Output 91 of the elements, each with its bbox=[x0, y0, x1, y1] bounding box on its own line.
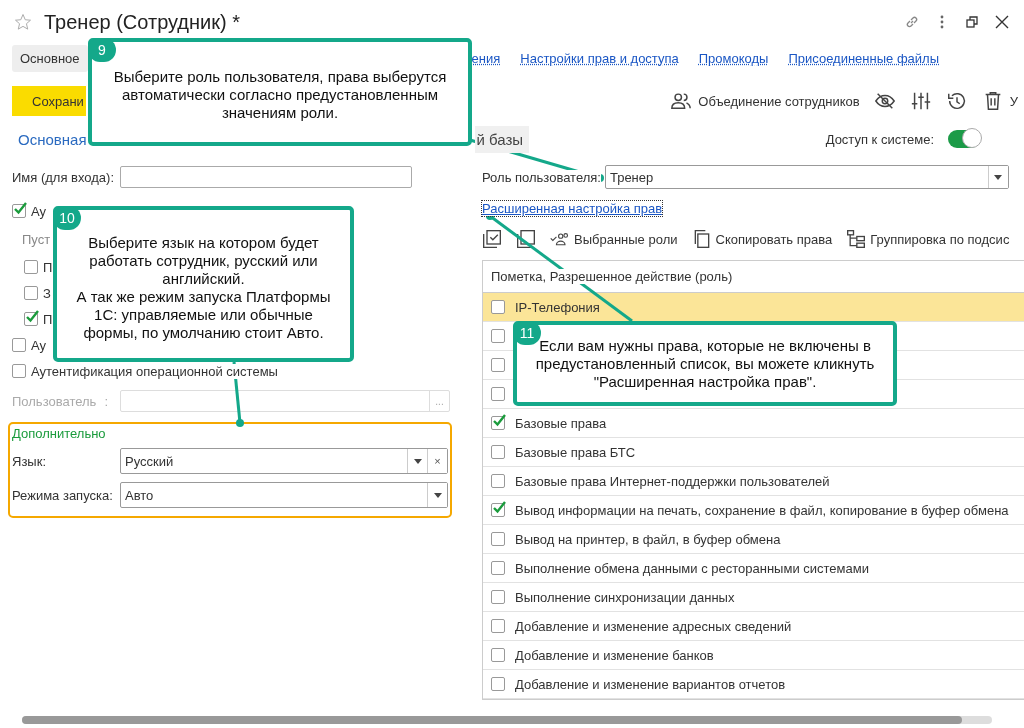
section-link[interactable]: Основное bbox=[12, 44, 88, 72]
dropdown-field[interactable]: Русский × bbox=[120, 448, 448, 474]
hint-text: Пуст bbox=[22, 231, 51, 247]
checkbox[interactable] bbox=[491, 474, 505, 488]
callout-text: Выберите роль пользователя, права выберутся автоматически согласно предустановленным значениям роли. bbox=[113, 68, 447, 121]
toolbar-button[interactable]: Группировка по подсис bbox=[846, 229, 1010, 249]
checkbox[interactable] bbox=[491, 358, 505, 372]
group-title: Дополнительно bbox=[12, 426, 107, 443]
table-row[interactable]: Базовые права bbox=[483, 409, 1024, 438]
dropdown-field[interactable]: Авто bbox=[120, 482, 448, 508]
star-icon bbox=[14, 13, 32, 31]
hidden-eye-icon[interactable] bbox=[873, 90, 896, 112]
checkbox[interactable] bbox=[491, 648, 505, 662]
checkbox[interactable] bbox=[24, 260, 38, 274]
field-label: Доступ к системе: bbox=[825, 131, 934, 147]
permission-label: Вывод на принтер, в файл, в буфер обмена bbox=[515, 531, 781, 547]
button-label: Выбранные роли bbox=[574, 231, 678, 247]
field-label: Имя (для входа): bbox=[12, 169, 116, 185]
permission-label: Выполнение обмена данными с ресторанными системами bbox=[515, 560, 869, 576]
table-row[interactable]: Вывод на принтер, в файл, в буфер обмена bbox=[483, 525, 1024, 554]
field-label: Роль пользователя: bbox=[482, 169, 601, 185]
section-link[interactable]: Промокоды bbox=[698, 44, 769, 72]
table-row[interactable]: Базовые права Интернет-поддержки пользователей bbox=[483, 467, 1024, 496]
permission-label: Вывод информации на печать, сохранение в файл, копирование в буфер обмена bbox=[515, 502, 1009, 518]
button-label: Объединение сотрудников bbox=[698, 93, 860, 109]
field-label: Пользователь bbox=[12, 393, 97, 409]
checkbox[interactable] bbox=[491, 300, 505, 314]
checkbox[interactable] bbox=[491, 416, 505, 430]
button-label: Скопировать права bbox=[715, 231, 833, 247]
table-row[interactable]: Базовые права БТС bbox=[483, 438, 1024, 467]
column-header: Пометка, Разрешенное действие (роль) bbox=[491, 269, 733, 284]
input-field[interactable] bbox=[120, 166, 412, 188]
table-row[interactable]: Выполнение обмена данными с ресторанными системами bbox=[483, 554, 1024, 583]
checkbox[interactable] bbox=[491, 445, 505, 459]
colon-label: : bbox=[104, 393, 108, 409]
table-row[interactable]: Вывод информации на печать, сохранение в файл, копирование в буфер обмена bbox=[483, 496, 1024, 525]
table-row[interactable]: Добавление и изменение адресных сведений bbox=[483, 612, 1024, 641]
checkbox[interactable] bbox=[491, 329, 505, 343]
checkbox[interactable] bbox=[12, 338, 26, 352]
permission-label: Добавление и изменение банков bbox=[515, 647, 714, 663]
clear-button[interactable]: × bbox=[427, 449, 447, 473]
toolbar-button[interactable]: Выбранные роли bbox=[550, 229, 678, 249]
save-button[interactable]: Сохрани bbox=[12, 86, 86, 116]
table-row[interactable]: IP-Телефония bbox=[483, 293, 1024, 322]
checkbox[interactable] bbox=[491, 677, 505, 691]
checkbox[interactable] bbox=[12, 364, 26, 378]
checkbox[interactable] bbox=[491, 503, 505, 517]
checked-boxes-icon[interactable] bbox=[482, 229, 502, 249]
button-label: У bbox=[1009, 93, 1018, 109]
people-icon bbox=[670, 90, 693, 112]
checkbox[interactable] bbox=[491, 619, 505, 633]
caret-icon[interactable] bbox=[427, 483, 447, 507]
restore-icon[interactable] bbox=[964, 14, 980, 30]
toolbar-button[interactable]: Объединение сотрудников bbox=[670, 90, 860, 112]
table-row[interactable]: Добавление и изменение банков bbox=[483, 641, 1024, 670]
permission-label: Добавление и изменение вариантов отчетов bbox=[515, 676, 786, 692]
caret-icon[interactable] bbox=[987, 166, 1008, 188]
checkbox[interactable] bbox=[491, 590, 505, 604]
checkbox-label: Аутентификация операционной системы bbox=[31, 363, 278, 379]
checkbox[interactable] bbox=[24, 312, 38, 326]
close-icon[interactable] bbox=[994, 14, 1010, 30]
section-link[interactable]: Присоединенные файлы bbox=[788, 44, 939, 72]
hierarchy-icon bbox=[846, 229, 867, 249]
link-icon[interactable] bbox=[904, 14, 920, 30]
section-link[interactable]: ения bbox=[471, 44, 501, 72]
dropdown-field[interactable]: Тренер bbox=[604, 165, 1009, 189]
checkbox[interactable] bbox=[491, 387, 505, 401]
toggle-switch[interactable] bbox=[948, 130, 980, 148]
field-label: Язык: bbox=[12, 453, 47, 469]
table-row[interactable]: Выполнение синхронизации данных bbox=[483, 583, 1024, 612]
permission-label: Базовые права Интернет-поддержки пользователей bbox=[515, 473, 830, 489]
window-title: Тренер (Сотрудник) * bbox=[44, 10, 241, 34]
history-icon[interactable] bbox=[945, 90, 968, 112]
callout-text: Выберите язык на котором будет работать сотрудник, русский или английский. А так же режим запуска Платформы 1С: управляемые или обычные формы, по умолчанию стоит Авто. bbox=[76, 234, 331, 341]
toolbar-button[interactable]: У bbox=[981, 90, 1018, 112]
table-row[interactable]: Добавление и изменение вариантов отчетов bbox=[483, 670, 1024, 699]
permission-label: Добавление и изменение адресных сведений bbox=[515, 618, 792, 634]
checkbox[interactable] bbox=[24, 286, 38, 300]
section-link[interactable]: Настройки прав и доступа bbox=[520, 44, 679, 72]
field-label: Режима запуска: bbox=[12, 487, 114, 503]
empty-boxes-icon[interactable] bbox=[516, 229, 536, 249]
checkbox[interactable] bbox=[491, 561, 505, 575]
advanced-settings-link[interactable]: Расширенная настройка прав bbox=[482, 201, 663, 216]
sliders-icon[interactable] bbox=[909, 90, 932, 112]
tab[interactable]: Основная bbox=[12, 125, 87, 153]
scrollbar[interactable] bbox=[22, 716, 992, 724]
button-label: Группировка по подсис bbox=[870, 231, 1010, 247]
checkbox[interactable] bbox=[491, 532, 505, 546]
tab[interactable]: й базы bbox=[474, 125, 530, 153]
checkbox[interactable] bbox=[12, 204, 26, 218]
toolbar-button[interactable]: Скопировать права bbox=[691, 229, 833, 249]
